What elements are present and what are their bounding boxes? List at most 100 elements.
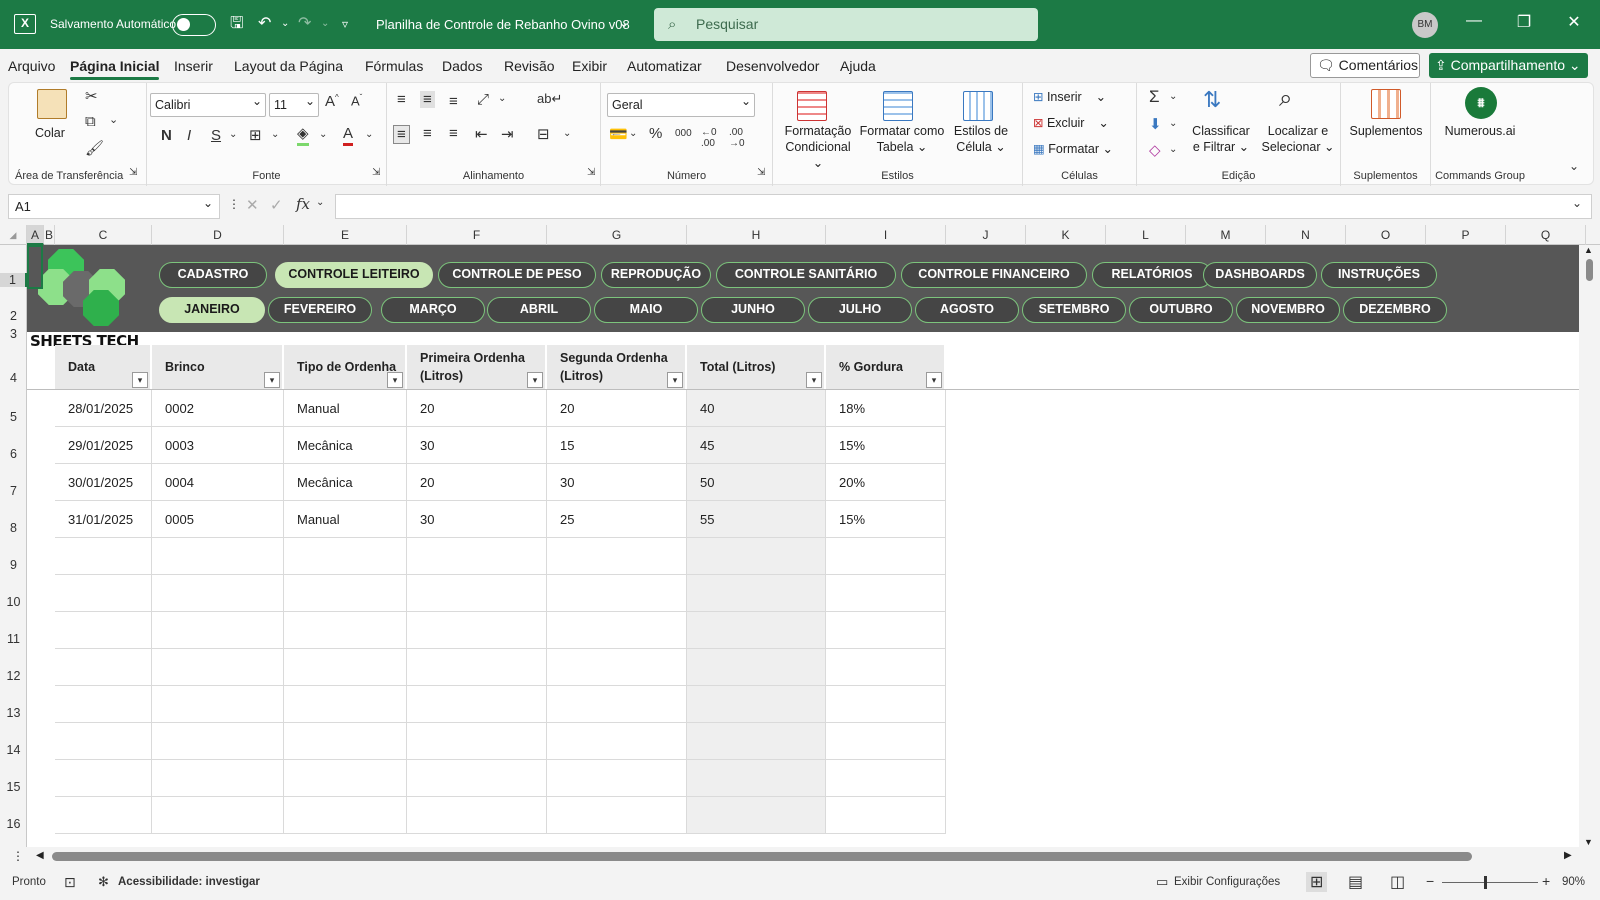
find-select-icon[interactable]: ⌕ [1279,85,1292,113]
row-header[interactable]: 7 [0,484,27,498]
fill-color-icon[interactable]: ◈ [297,125,309,146]
table-cell[interactable] [152,797,284,834]
row-header[interactable]: 5 [0,410,27,424]
font-color-dropdown-icon[interactable]: ⌄ [365,129,373,140]
row-header[interactable]: 13 [0,706,27,720]
table-cell[interactable]: 20% [826,464,946,501]
italic-button[interactable]: I [187,127,191,144]
zoom-in-icon[interactable]: + [1542,873,1550,889]
col-header[interactable]: M [1186,225,1266,245]
nav-month-maio[interactable]: MAIO [594,297,698,323]
clear-dropdown-icon[interactable]: ⌄ [1169,144,1177,155]
sort-filter-button[interactable]: Classificar e Filtrar ⌄ [1185,123,1257,155]
clear-icon[interactable]: ◇ [1149,141,1161,159]
row-header[interactable]: 9 [0,558,27,572]
table-cell[interactable] [407,538,547,575]
filter-dropdown-icon[interactable]: ▾ [387,372,403,388]
align-bottom-icon[interactable]: ≡ [449,93,458,110]
table-cell[interactable] [55,723,152,760]
table-cell[interactable]: 20 [407,464,547,501]
table-cell[interactable]: 18% [826,390,946,427]
name-box[interactable]: A1 ⌄ [8,194,220,219]
cancel-entry-icon[interactable]: ✕ [246,196,259,214]
zoom-out-icon[interactable]: − [1426,873,1434,889]
table-cell[interactable]: 29/01/2025 [55,427,152,464]
table-cell[interactable] [284,649,407,686]
table-cell[interactable] [687,575,826,612]
nav-month-abril[interactable]: ABRIL [487,297,591,323]
accounting-format-icon[interactable]: 💳 [609,125,628,143]
table-cell[interactable] [284,612,407,649]
nav-cadastro[interactable]: CADASTRO [159,262,267,288]
tab-automatizar[interactable]: Automatizar [627,58,702,74]
filter-dropdown-icon[interactable]: ▾ [527,372,543,388]
filter-dropdown-icon[interactable]: ▾ [806,372,822,388]
table-cell[interactable] [55,797,152,834]
macro-record-icon[interactable]: ⊡ [64,874,76,891]
nav-month-julho[interactable]: JULHO [808,297,912,323]
table-cell[interactable] [687,760,826,797]
nav-instrucoes[interactable]: INSTRUÇÕES [1321,262,1437,288]
table-cell[interactable] [55,649,152,686]
table-cell[interactable]: 31/01/2025 [55,501,152,538]
nav-month-junho[interactable]: JUNHO [701,297,805,323]
redo-icon[interactable]: ↷ [298,14,311,34]
accessibility-status[interactable]: Acessibilidade: investigar [118,876,260,888]
col-header[interactable]: C [55,225,152,245]
display-settings-icon[interactable]: ▭ [1156,874,1168,890]
col-header[interactable]: K [1026,225,1106,245]
table-cell[interactable] [547,575,687,612]
col-header[interactable]: N [1266,225,1346,245]
table-cell[interactable] [284,797,407,834]
table-cell[interactable] [826,649,946,686]
table-cell[interactable] [407,723,547,760]
orientation-icon[interactable]: ⤢ [477,91,489,108]
insert-function-icon[interactable]: fx [296,195,310,213]
decrease-decimal-icon[interactable]: .00 →0 [729,127,745,149]
close-icon[interactable]: ✕ [1564,12,1584,32]
find-select-button[interactable]: Localizar e Selecionar ⌄ [1257,123,1339,155]
table-cell[interactable] [826,538,946,575]
table-cell[interactable]: 55 [687,501,826,538]
font-size-select[interactable]: 11 [269,90,319,117]
filter-dropdown-icon[interactable]: ▾ [667,372,683,388]
table-cell[interactable]: 40 [687,390,826,427]
table-cell[interactable] [547,723,687,760]
number-launcher-icon[interactable]: ⇲ [757,167,765,178]
table-cell[interactable]: 15% [826,427,946,464]
table-cell[interactable]: 15 [547,427,687,464]
font-launcher-icon[interactable]: ⇲ [372,167,380,178]
nav-reproducao[interactable]: REPRODUÇÃO [601,262,711,288]
file-name-chevron-icon[interactable]: ⌄ [619,13,629,33]
table-cell[interactable] [284,686,407,723]
col-header[interactable]: L [1106,225,1186,245]
table-cell[interactable]: 30 [407,501,547,538]
col-header[interactable]: E [284,225,407,245]
font-color-icon[interactable]: A [343,125,354,146]
percent-style-icon[interactable]: % [649,125,662,142]
increase-font-icon[interactable]: A^ [325,93,339,110]
cell-styles-button[interactable]: Estilos de Célula ⌄ [951,123,1011,155]
table-cell[interactable]: Manual [284,390,407,427]
table-cell[interactable]: Mecânica [284,427,407,464]
table-cell[interactable]: 28/01/2025 [55,390,152,427]
col-header[interactable]: P [1426,225,1506,245]
file-name[interactable]: Planilha de Controle de Rebanho Ovino v0… [376,17,630,32]
table-cell[interactable]: 45 [687,427,826,464]
tab-desenvolvedor[interactable]: Desenvolvedor [726,58,819,74]
table-cell[interactable] [284,760,407,797]
tab-dados[interactable]: Dados [442,58,482,74]
cell-styles-icon[interactable] [963,91,993,121]
table-cell[interactable]: 0003 [152,427,284,464]
conditional-formatting-icon[interactable] [797,91,827,121]
nav-month-marco[interactable]: MARÇO [381,297,485,323]
tab-arquivo[interactable]: Arquivo [8,58,55,74]
more-options-icon[interactable]: ⋮ [228,197,240,211]
table-cell[interactable] [152,575,284,612]
autosave-toggle[interactable] [172,14,216,36]
avatar[interactable]: BM [1412,12,1438,38]
table-cell[interactable] [547,797,687,834]
customize-toolbar-icon[interactable]: ▿ [342,14,348,34]
table-cell[interactable] [152,686,284,723]
autosum-icon[interactable]: Σ [1149,87,1160,107]
